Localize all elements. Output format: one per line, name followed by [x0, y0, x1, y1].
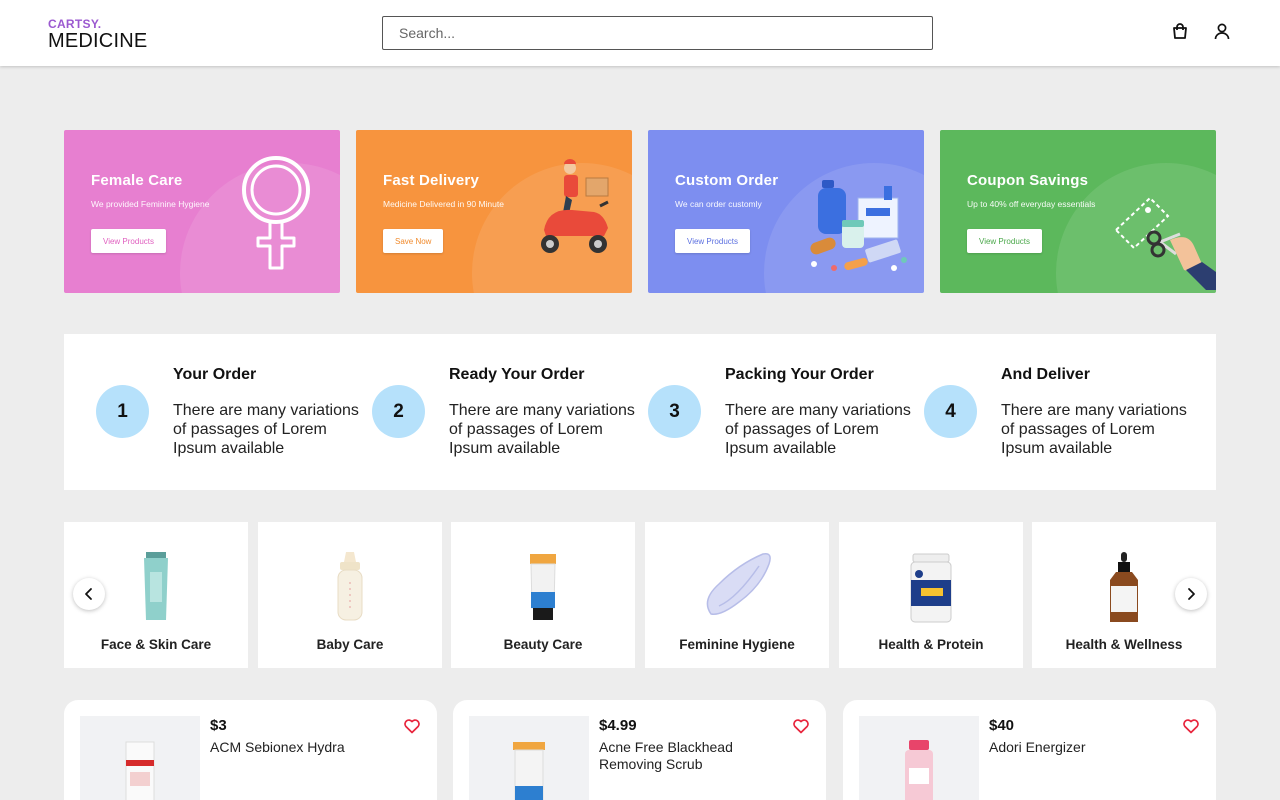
medicine-bottles-icon [810, 180, 907, 271]
category-health-protein[interactable]: Health & Protein [839, 522, 1023, 668]
sanitary-pad-image [706, 552, 771, 615]
order-step: 2 Ready Your Order There are many variat… [340, 334, 635, 490]
category-label: Health & Wellness [1065, 637, 1183, 652]
category-label: Baby Care [316, 637, 384, 652]
promo-subtitle: We provided Feminine Hygiene [91, 199, 210, 209]
product-card[interactable]: $40 Adori Energizer [843, 700, 1216, 800]
chevron-left-icon [85, 588, 92, 600]
heart-icon[interactable] [792, 717, 810, 735]
search-input[interactable] [382, 16, 933, 50]
step-number: 2 [372, 385, 425, 438]
product-card[interactable]: $3 ACM Sebionex Hydra [64, 700, 437, 800]
product-image-scrub [513, 742, 545, 800]
promo-subtitle: Up to 40% off everyday essentials [967, 199, 1096, 209]
heart-icon[interactable] [1182, 717, 1200, 735]
step-description: There are many variations of passages of… [173, 402, 359, 457]
promo-title: Fast Delivery [383, 172, 479, 189]
step-description: There are many variations of passages of… [725, 402, 911, 457]
category-feminine-hygiene[interactable]: Feminine Hygiene [645, 522, 829, 668]
chevron-right-icon [1188, 588, 1195, 600]
view-products-button[interactable]: View Products [675, 229, 750, 253]
step-title: Ready Your Order [449, 366, 585, 383]
promo-card-coupon-savings[interactable]: Coupon Savings Up to 40% off everyday es… [940, 130, 1216, 293]
coupon-scissors-icon [1114, 196, 1216, 290]
product-image[interactable] [859, 716, 979, 800]
product-price: $4.99 [599, 717, 637, 734]
logo-brand: CARTSY. [48, 17, 102, 31]
order-step: 1 Your Order There are many variations o… [64, 334, 359, 490]
promo-subtitle: We can order customly [675, 199, 762, 209]
category-baby-care[interactable]: Baby Care [258, 522, 442, 668]
logo[interactable]: CARTSY. MEDICINE [48, 17, 147, 53]
promo-title: Custom Order [675, 172, 779, 189]
user-icon[interactable] [1213, 22, 1231, 40]
step-number: 3 [648, 385, 701, 438]
category-label: Feminine Hygiene [679, 637, 795, 652]
product-image[interactable] [469, 716, 589, 800]
delivery-scooter-icon [541, 159, 609, 253]
product-card[interactable]: $4.99 Acne Free Blackhead Removing Scrub [453, 700, 826, 800]
step-number: 1 [96, 385, 149, 438]
promo-card-female-care[interactable]: Female Care We provided Feminine Hygiene… [64, 130, 340, 293]
view-products-button[interactable]: View Products [967, 229, 1042, 253]
category-beauty-care[interactable]: Beauty Care [451, 522, 635, 668]
shopping-bag-icon[interactable] [1171, 22, 1189, 40]
product-name[interactable]: Adori Energizer [989, 739, 1159, 756]
promo-title: Female Care [91, 172, 183, 189]
product-image-energizer [905, 740, 933, 800]
logo-title: MEDICINE [48, 30, 148, 52]
carousel-prev-button[interactable] [73, 578, 105, 610]
product-price: $3 [210, 717, 227, 734]
promo-card-custom-order[interactable]: Custom Order We can order customly View … [648, 130, 924, 293]
skin-cream-tube-image [144, 552, 168, 620]
promo-title: Coupon Savings [967, 172, 1089, 189]
view-products-button[interactable]: View Products [91, 229, 166, 253]
step-description: There are many variations of passages of… [1001, 402, 1187, 457]
dropper-bottle-image [1110, 552, 1138, 622]
product-name[interactable]: ACM Sebionex Hydra [210, 739, 380, 756]
carousel-next-button[interactable] [1175, 578, 1207, 610]
product-image[interactable] [80, 716, 200, 800]
category-label: Beauty Care [503, 637, 583, 652]
step-title: Your Order [173, 366, 257, 383]
product-price: $40 [989, 717, 1015, 734]
promo-card-fast-delivery[interactable]: Fast Delivery Medicine Delivered in 90 M… [356, 130, 632, 293]
heart-icon[interactable] [403, 717, 421, 735]
order-steps-panel: 1 Your Order There are many variations o… [64, 334, 1216, 490]
product-name[interactable]: Acne Free Blackhead Removing Scrub [599, 739, 769, 773]
order-step: 4 And Deliver There are many variations … [892, 334, 1187, 490]
step-description: There are many variations of passages of… [449, 402, 635, 457]
category-label: Face & Skin Care [100, 637, 212, 652]
promo-subtitle: Medicine Delivered in 90 Minute [383, 199, 504, 209]
step-title: Packing Your Order [725, 366, 874, 383]
save-now-button[interactable]: Save Now [383, 229, 444, 253]
top-header: CARTSY. MEDICINE [0, 0, 1280, 66]
step-title: And Deliver [1001, 366, 1090, 383]
protein-tub-image [910, 553, 952, 623]
product-image-acm [125, 741, 155, 800]
scrub-tube-image [530, 554, 556, 620]
female-symbol-icon [242, 156, 310, 270]
baby-bottle-image [337, 552, 363, 621]
category-label: Health & Protein [878, 637, 984, 652]
order-step: 3 Packing Your Order There are many vari… [616, 334, 911, 490]
step-number: 4 [924, 385, 977, 438]
